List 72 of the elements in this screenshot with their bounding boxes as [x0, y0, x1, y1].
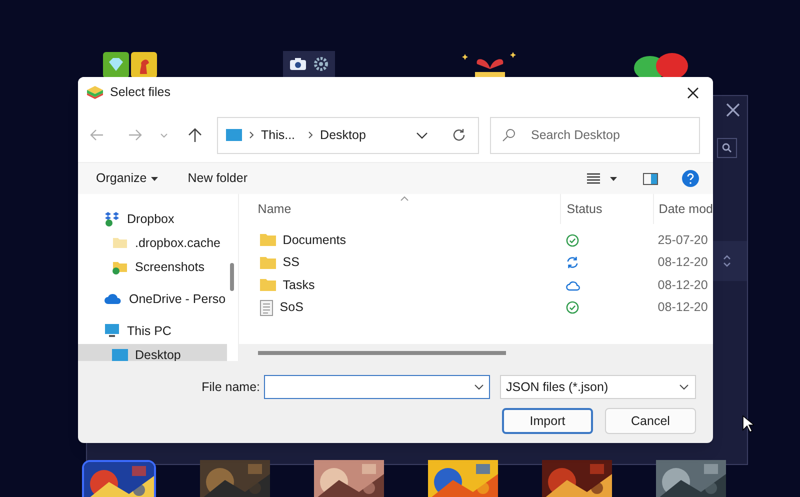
- chevron-down-icon: [679, 384, 689, 390]
- preview-pane-icon[interactable]: [643, 172, 658, 184]
- date-cell-text: 08-12-20: [656, 299, 708, 316]
- desktop-icon: [112, 349, 128, 361]
- chevron-right-icon[interactable]: [249, 131, 254, 139]
- check-circle-icon: [566, 301, 579, 314]
- new-folder-button[interactable]: New folder: [180, 169, 256, 188]
- chevron-down-icon[interactable]: [416, 132, 428, 138]
- date-cell-text: 08-12-20: [656, 254, 708, 272]
- gear-icon[interactable]: [313, 56, 329, 72]
- import-button[interactable]: Import: [502, 408, 593, 434]
- up-arrow-icon[interactable]: [188, 127, 202, 143]
- gem-tile-icon[interactable]: [103, 52, 129, 78]
- nav-item[interactable]: This PC: [78, 320, 227, 342]
- document-icon: [260, 300, 273, 316]
- file-name-field[interactable]: [264, 375, 490, 399]
- scrollbar-thumb[interactable]: [230, 263, 234, 291]
- cancel-button[interactable]: Cancel: [605, 408, 696, 434]
- caret-icon: [150, 176, 158, 180]
- nav-item[interactable]: Dropbox: [78, 208, 227, 230]
- search-field[interactable]: Search Desktop: [490, 116, 700, 154]
- nav-item[interactable]: .dropbox.cache: [78, 232, 227, 254]
- cloud-icon: [566, 280, 580, 291]
- nav-item[interactable]: OneDrive - Perso: [78, 288, 227, 310]
- nav-item[interactable]: Screenshots: [78, 256, 227, 278]
- close-icon[interactable]: [725, 102, 741, 118]
- synced-folder-icon: [112, 259, 128, 275]
- logo-icon[interactable]: [632, 52, 690, 77]
- knight-tile-icon[interactable]: [131, 52, 157, 78]
- desktop-icon: [226, 129, 242, 141]
- search-button[interactable]: [717, 138, 737, 158]
- date-cell-text: 25-07-20: [656, 232, 708, 249]
- column-header[interactable]: Name: [238, 194, 560, 224]
- address-bar[interactable]: This... Desktop: [217, 116, 479, 154]
- breadcrumb[interactable]: Desktop: [320, 126, 366, 144]
- pointer-icon: [742, 415, 754, 433]
- up-down-chevron-icon[interactable]: [722, 253, 732, 269]
- date-cell-text: 08-12-20: [656, 276, 708, 294]
- search-icon: [722, 143, 732, 153]
- column-header[interactable]: Date mod: [652, 194, 713, 224]
- folder-icon: [260, 256, 276, 270]
- check-circle-icon: [566, 234, 579, 247]
- caret-icon[interactable]: [610, 176, 617, 180]
- file-name[interactable]: Documents: [282, 230, 346, 250]
- cloud-icon: [104, 293, 122, 305]
- organize-menu[interactable]: Organize: [88, 169, 166, 188]
- close-icon: [687, 86, 699, 98]
- file-name-label: File name:: [202, 378, 260, 396]
- refresh-icon[interactable]: [452, 128, 466, 142]
- nav-item[interactable]: Desktop: [78, 344, 227, 361]
- monitor-icon: [104, 323, 120, 339]
- dropbox-icon: [104, 211, 120, 227]
- camera-icon[interactable]: [289, 57, 307, 71]
- stack-logo-icon: [86, 84, 104, 100]
- scrollbar-thumb[interactable]: [258, 350, 506, 354]
- folder-icon: [260, 233, 276, 248]
- help-icon[interactable]: [682, 170, 699, 187]
- window-title: Select files: [110, 84, 170, 102]
- file-name[interactable]: Tasks: [282, 276, 315, 295]
- folder-icon: [260, 278, 276, 292]
- file-name[interactable]: SoS: [280, 298, 304, 318]
- folder-icon: [112, 235, 128, 251]
- breadcrumb[interactable]: This...: [261, 126, 296, 144]
- chevron-right-icon[interactable]: [308, 131, 314, 139]
- column-header[interactable]: Status: [560, 194, 653, 224]
- chevron-down-icon[interactable]: [474, 384, 484, 390]
- list-view-icon[interactable]: [587, 173, 600, 184]
- search-icon: [502, 128, 516, 142]
- file-name[interactable]: SS: [282, 253, 300, 272]
- sync-icon: [566, 256, 579, 270]
- file-type-dropdown[interactable]: JSON files (*.json): [500, 375, 696, 399]
- sort-caret-icon[interactable]: [400, 196, 409, 201]
